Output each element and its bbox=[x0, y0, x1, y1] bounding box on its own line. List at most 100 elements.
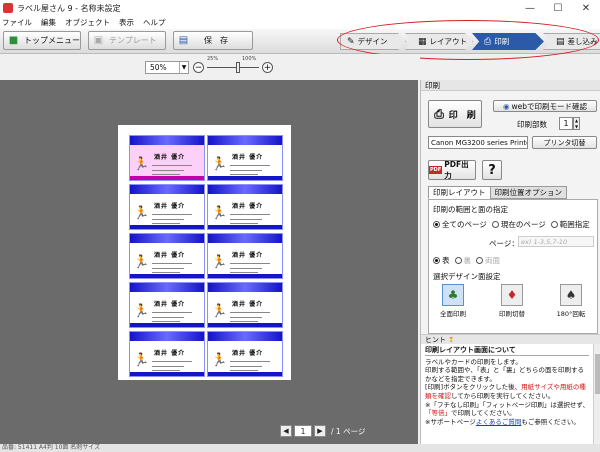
label-card[interactable]: 酒井 優介 🏃 bbox=[129, 282, 205, 328]
grid-icon: ▦ bbox=[418, 36, 427, 47]
minimize-button[interactable]: — bbox=[516, 0, 544, 16]
hint-scrollbar[interactable] bbox=[593, 344, 600, 444]
flow-step-design[interactable]: ✎ デザイン bbox=[340, 33, 406, 50]
side-both-option[interactable]: 両面 bbox=[476, 255, 500, 266]
card-bottom-band bbox=[208, 225, 282, 229]
hint-line-3c: してから印刷を実行してください。 bbox=[451, 391, 555, 400]
card-line bbox=[230, 361, 270, 362]
label-card[interactable]: 酒井 優介 🏃 bbox=[207, 184, 283, 230]
runner-silhouette-icon: 🏃 bbox=[211, 206, 228, 221]
card-name: 酒井 優介 bbox=[154, 154, 186, 161]
card-line bbox=[230, 165, 270, 166]
insert-icon: ▤ bbox=[556, 36, 565, 47]
hint-scrollbar-thumb[interactable] bbox=[595, 354, 600, 394]
side-front-label: 表 bbox=[442, 256, 450, 265]
label-card[interactable]: 酒井 優介 🏃 bbox=[129, 184, 205, 230]
printer-switch-button[interactable]: プリンタ切替 bbox=[532, 136, 597, 149]
menu-file[interactable]: ファイル bbox=[2, 17, 32, 28]
template-button[interactable]: ▣ テンプレート bbox=[88, 31, 166, 50]
zoom-out-icon[interactable]: − bbox=[193, 62, 204, 73]
copies-input[interactable]: 1 bbox=[559, 117, 573, 130]
range-custom-option[interactable]: 範囲指定 bbox=[550, 219, 590, 230]
web-print-check-button[interactable]: ◉ webで印刷モード確認 bbox=[493, 100, 597, 112]
close-button[interactable]: ✕ bbox=[572, 0, 600, 16]
template-label: テンプレート bbox=[109, 36, 157, 45]
page-navigator: ◀ 1 ▶ / 1 ページ bbox=[280, 424, 365, 438]
label-card[interactable]: 酒井 優介 🏃 bbox=[207, 331, 283, 377]
help-button[interactable]: ? bbox=[482, 160, 502, 180]
save-button[interactable]: ▤ 保 存 bbox=[173, 31, 253, 50]
chevron-up-icon[interactable]: ▲ bbox=[575, 118, 578, 123]
tab-print-position[interactable]: 印刷位置オプション bbox=[489, 186, 567, 199]
print-toggle-button[interactable]: ♦ 印刷切替 bbox=[492, 284, 532, 318]
top-menu-button[interactable]: ■ トップメニュー bbox=[3, 31, 81, 50]
side-front-option[interactable]: 表 bbox=[433, 255, 450, 266]
app-icon bbox=[3, 3, 13, 13]
label-card[interactable]: 酒井 優介 🏃 bbox=[129, 233, 205, 279]
menu-view[interactable]: 表示 bbox=[119, 17, 134, 28]
card-bottom-band bbox=[208, 323, 282, 327]
card-name: 酒井 優介 bbox=[232, 301, 264, 308]
radio-all[interactable] bbox=[433, 221, 440, 228]
maximize-button[interactable]: ☐ bbox=[544, 0, 572, 16]
card-line bbox=[152, 312, 192, 313]
menu-object[interactable]: オブジェクト bbox=[65, 17, 110, 28]
tab-print-layout[interactable]: 印刷レイアウト bbox=[428, 186, 491, 199]
card-line bbox=[230, 263, 270, 264]
range-current-option[interactable]: 現在のページ bbox=[491, 219, 546, 230]
menu-edit[interactable]: 編集 bbox=[41, 17, 56, 28]
print-button[interactable]: ⎙ 印 刷 bbox=[428, 100, 482, 128]
zoom-slider-thumb[interactable] bbox=[236, 62, 241, 73]
card-header-band bbox=[130, 136, 204, 145]
zoom-select[interactable]: 50% ▼ bbox=[145, 61, 189, 74]
card-name: 酒井 優介 bbox=[154, 350, 186, 357]
label-card[interactable]: 酒井 優介 🏃 bbox=[207, 282, 283, 328]
full-print-button[interactable]: ♣ 全面印刷 bbox=[433, 284, 473, 318]
card-name: 酒井 優介 bbox=[232, 252, 264, 259]
rotate-180-button[interactable]: ♠ 180°回転 bbox=[551, 284, 591, 318]
runner-silhouette-icon: 🏃 bbox=[133, 206, 150, 221]
flow-step-print[interactable]: ⎙ 印刷 bbox=[472, 33, 544, 50]
range-all-label: 全てのページ bbox=[442, 220, 487, 229]
runner-silhouette-icon: 🏃 bbox=[133, 304, 150, 319]
radio-both[interactable] bbox=[476, 257, 483, 264]
card-line bbox=[230, 370, 258, 371]
pdf-export-button[interactable]: PDF PDF出力 bbox=[428, 160, 476, 180]
flow-insert-label: 差し込み bbox=[567, 37, 598, 46]
radio-back[interactable] bbox=[454, 257, 462, 264]
side-back-option[interactable]: 裏 bbox=[454, 255, 472, 266]
radio-custom[interactable] bbox=[550, 221, 558, 228]
card-name: 酒井 優介 bbox=[232, 350, 264, 357]
print-panel: 印刷 ⎙ 印 刷 ◉ webで印刷モード確認 印刷部数 1 ▲ ▼ Canon … bbox=[420, 80, 600, 444]
card-line bbox=[152, 366, 184, 367]
flow-step-layout[interactable]: ▦ レイアウト bbox=[405, 33, 473, 50]
card-line bbox=[152, 321, 180, 322]
top-menu-label: トップメニュー bbox=[24, 36, 80, 45]
menu-help[interactable]: ヘルプ bbox=[143, 17, 166, 28]
radio-current[interactable] bbox=[491, 221, 499, 228]
label-card[interactable]: 酒井 優介 🏃 bbox=[207, 135, 283, 181]
zoom-slider-track[interactable] bbox=[207, 67, 259, 68]
next-page-button[interactable]: ▶ bbox=[314, 425, 326, 437]
hint-line-5a: ※サポートページ bbox=[425, 417, 476, 426]
flow-step-insert[interactable]: ▤ 差し込み bbox=[543, 33, 600, 50]
side-back-label: 裏 bbox=[463, 256, 472, 265]
label-card[interactable]: 酒井 優介 🏃 bbox=[129, 331, 205, 377]
card-line bbox=[152, 170, 184, 171]
radio-front[interactable] bbox=[433, 257, 440, 264]
web-print-check-label: webで印刷モード確認 bbox=[511, 101, 588, 111]
label-card[interactable]: 酒井 優介 🏃 bbox=[129, 135, 205, 181]
page-number-input[interactable]: 1 bbox=[294, 425, 312, 437]
copies-stepper[interactable]: ▲ ▼ bbox=[573, 117, 580, 130]
label-card[interactable]: 酒井 優介 🏃 bbox=[207, 233, 283, 279]
page-range-input[interactable]: ex) 1-3,5,7-10 bbox=[518, 236, 594, 247]
card-line bbox=[230, 366, 262, 367]
faq-link[interactable]: よくあるご質問 bbox=[476, 418, 522, 426]
card-header-band bbox=[130, 332, 204, 341]
toolbar: ■ トップメニュー ▣ テンプレート ▤ 保 存 ✎ デザイン ▦ レイアウト … bbox=[0, 29, 600, 54]
chevron-down-icon[interactable]: ▼ bbox=[575, 124, 578, 129]
range-all-option[interactable]: 全てのページ bbox=[433, 219, 487, 230]
title-bar: ラベル屋さん 9 - 名称未設定 — ☐ ✕ bbox=[0, 0, 600, 16]
prev-page-button[interactable]: ◀ bbox=[280, 425, 292, 437]
zoom-in-icon[interactable]: + bbox=[262, 62, 273, 73]
